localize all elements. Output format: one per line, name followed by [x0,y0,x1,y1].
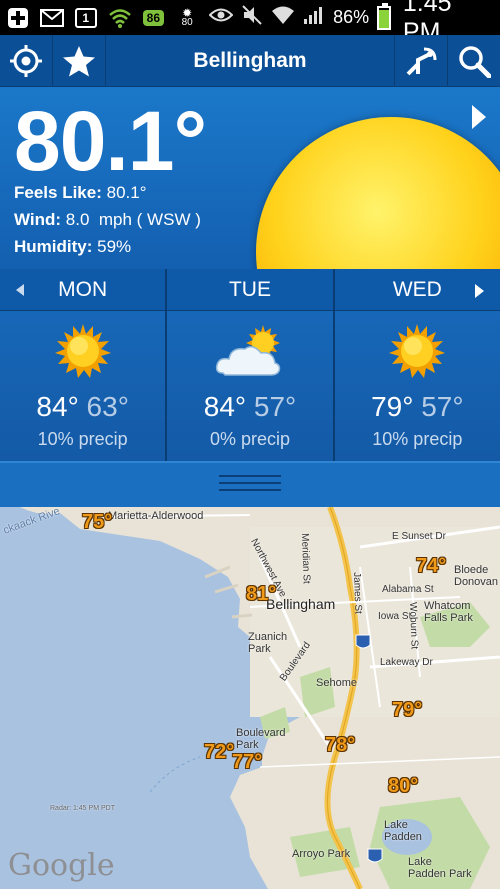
map-temp-label: 80° [388,775,419,797]
map-temp-label: 75° [82,511,113,533]
forecast-day-name: MON [58,277,108,301]
drag-grip-icon [219,475,281,495]
status-bar: 1 86 ✹ 80 86% 1:45 PM [0,0,500,46]
map-temp-label: 77° [232,751,263,773]
map-label-whatcom-falls-park: Whatcom Falls Park [424,600,473,624]
map-label-meridian-st: Meridian St [299,533,312,584]
map-label-marietta: Marietta-Alderwood [108,510,204,522]
signal-icon [303,5,325,30]
humidity-row: Humidity: 59% [14,237,131,257]
app-toolbar: Bellingham [0,35,500,87]
map-temp-label: 78° [325,734,356,756]
map-temp-label: 72° [204,741,235,763]
current-temperature: 80.1° [14,94,207,188]
radar-button[interactable] [394,35,447,87]
sunny-icon [389,324,446,378]
map-temp-label: 79° [392,699,423,721]
weather-badge: 86 [142,9,165,26]
mute-icon [241,4,263,31]
map-label-lakeway-dr: Lakeway Dr [380,657,433,668]
forecast-precip: 10% precip [372,429,463,449]
forecast-low: 57° [421,391,464,422]
forecast-low: 63° [86,391,129,422]
feels-like-label: Feels Like: [14,183,102,202]
weather-temp-notification-icon: ✹ 80 [181,5,193,28]
search-icon [459,46,491,78]
forecast-precip: 10% precip [37,429,128,449]
sunny-icon [54,324,111,378]
eye-icon [208,7,234,28]
weather-map[interactable]: Marietta-Alderwood ckaack Rive Bellingha… [0,507,500,889]
radar-timestamp: Radar: 1:45 PM PDT [50,805,115,812]
forecast-day[interactable]: WED 79° 57° 10% precip [334,269,500,461]
wind-row: Wind: 8.0 mph ( WSW ) [14,210,201,230]
battery-percent: 86% [333,7,370,27]
partly-cloudy-icon [215,325,281,376]
wifi-notification-icon [108,7,132,29]
map-label-bloede-donovan: Bloede Donovan P [454,564,499,588]
wind-value: 8.0 mph ( WSW ) [65,210,201,229]
map-temp-label: 74° [416,555,447,577]
map-label-boulevard-park: Boulevard Park [236,727,286,751]
next-arrow-icon[interactable] [472,105,486,129]
map-label-alabama-st: Alabama St [382,584,434,595]
next-day-arrow-icon[interactable] [474,284,484,298]
map-label-lake-padden-park: Lake Padden Park [408,856,472,880]
map-label-woburn-st: Woburn St [407,602,420,650]
feels-like-row: Feels Like: 80.1° [14,183,147,203]
search-button[interactable] [447,35,500,87]
map-label-sunset-dr: E Sunset Dr [392,531,446,542]
humidity-value: 59% [97,237,132,256]
map-label-iowa-st: Iowa St [378,611,412,622]
forecast-day-name: TUE [228,277,271,301]
map-label-bellingham: Bellingham [266,596,336,612]
previous-day-arrow-icon[interactable] [16,284,24,296]
wifi-icon [271,5,295,30]
location-title[interactable]: Bellingham [106,35,394,86]
forecast-day[interactable]: MON 84° 63° 10% precip [0,269,168,461]
google-logo: Google [8,848,115,883]
forecast-high: 79° [371,391,414,422]
calendar-icon: 1 [74,7,98,29]
map-temp-label: 81° [246,583,277,605]
add-notification-icon [6,7,30,29]
forecast-high: 84° [36,391,79,422]
map-drawer-handle[interactable] [0,461,500,507]
forecast-strip: MON 84° 63° 10% precip TUE 84° 57° 0% pr… [0,269,500,461]
map-label-sehome: Sehome [316,677,357,689]
locate-icon [10,45,42,77]
current-conditions-panel[interactable]: 80.1° Feels Like: 80.1° Wind: 8.0 mph ( … [0,87,500,269]
map-label-arroyo-park: Arroyo Park [292,848,351,860]
forecast-day[interactable]: TUE 84° 57° 0% precip [167,269,335,461]
map-label-zuanich-park: Zuanich Park [248,631,288,655]
map-label-lake-padden: Lake Padden [384,819,422,843]
weather-badge-icon: 86 [141,7,165,29]
forecast-low: 57° [253,391,297,422]
humidity-label: Humidity: [14,237,93,256]
wind-label: Wind: [14,210,62,229]
forecast-high: 84° [203,391,247,422]
sunny-icon [256,117,500,269]
feels-like-value: 80.1° [106,183,147,202]
radar-icon [406,47,437,76]
notification-temp: 80 [181,16,193,28]
locate-button[interactable] [0,35,53,87]
mail-icon [39,7,64,29]
map-label-james-st: James St [351,572,364,615]
favorites-button[interactable] [53,35,106,87]
forecast-day-name: WED [392,277,442,301]
favorite-star-icon [63,46,95,77]
battery-icon [377,2,391,30]
forecast-precip: 0% precip [209,429,291,449]
